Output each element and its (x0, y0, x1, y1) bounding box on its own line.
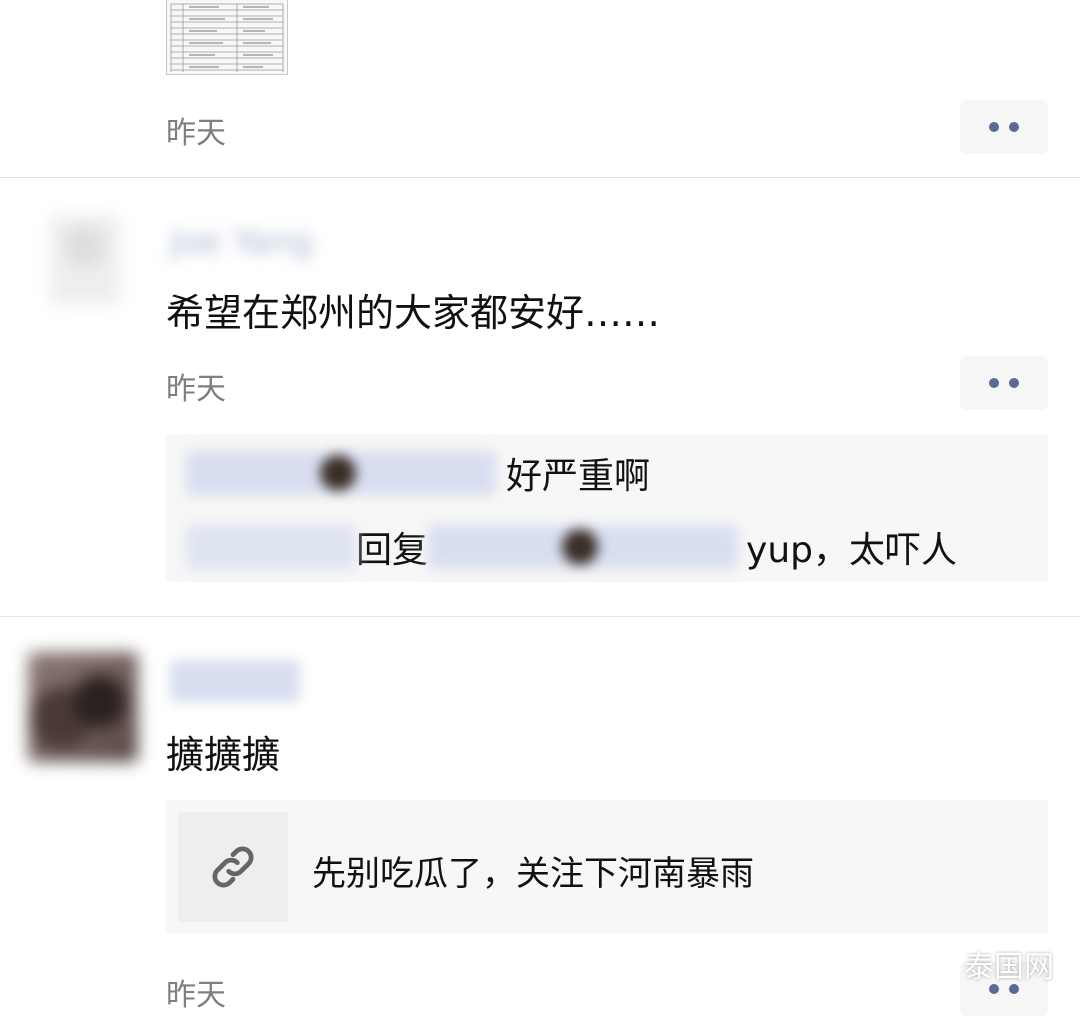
reply-item[interactable]: 好严重啊 (186, 446, 650, 500)
comment-author[interactable]: Joe Yang (170, 222, 313, 262)
link-thumbnail (178, 812, 288, 922)
reply-author[interactable] (186, 525, 356, 569)
comment-timestamp: 昨天 (166, 116, 226, 151)
reply-text: 好严重啊 (506, 456, 651, 497)
watermark: 泰国网 (912, 942, 1054, 986)
watermark-label: 泰国网 (964, 950, 1054, 985)
comment-text: 擴擴擴 (166, 733, 281, 777)
reply-item[interactable]: 回复 yup，太吓人 (186, 520, 957, 574)
avatar[interactable] (28, 652, 138, 762)
comment-author-redacted[interactable] (170, 660, 300, 702)
link-title[interactable]: 先别吃瓜了，关注下河南暴雨 (312, 846, 754, 895)
reply-text: yup，太吓人 (746, 530, 957, 571)
more-actions-button[interactable] (960, 356, 1048, 410)
dot-icon (989, 122, 999, 132)
comment-divider (0, 177, 1080, 178)
reply-author-redacted[interactable] (186, 451, 496, 495)
dot-icon (989, 378, 999, 388)
comment-timestamp: 昨天 (166, 372, 226, 407)
dot-icon (1009, 378, 1019, 388)
dot-icon (1009, 122, 1019, 132)
avatar[interactable] (50, 215, 120, 305)
comment-timestamp: 昨天 (166, 978, 226, 1013)
link-icon (212, 846, 254, 888)
more-actions-button[interactable] (960, 100, 1048, 154)
comment-divider (0, 616, 1080, 617)
reply-target-redacted[interactable] (428, 525, 739, 569)
shared-image-thumbnail[interactable] (166, 0, 288, 75)
reply-word: 回复 (356, 530, 429, 571)
wechat-icon (912, 947, 955, 980)
comment-text: 希望在郑州的大家都安好…… (166, 291, 661, 335)
